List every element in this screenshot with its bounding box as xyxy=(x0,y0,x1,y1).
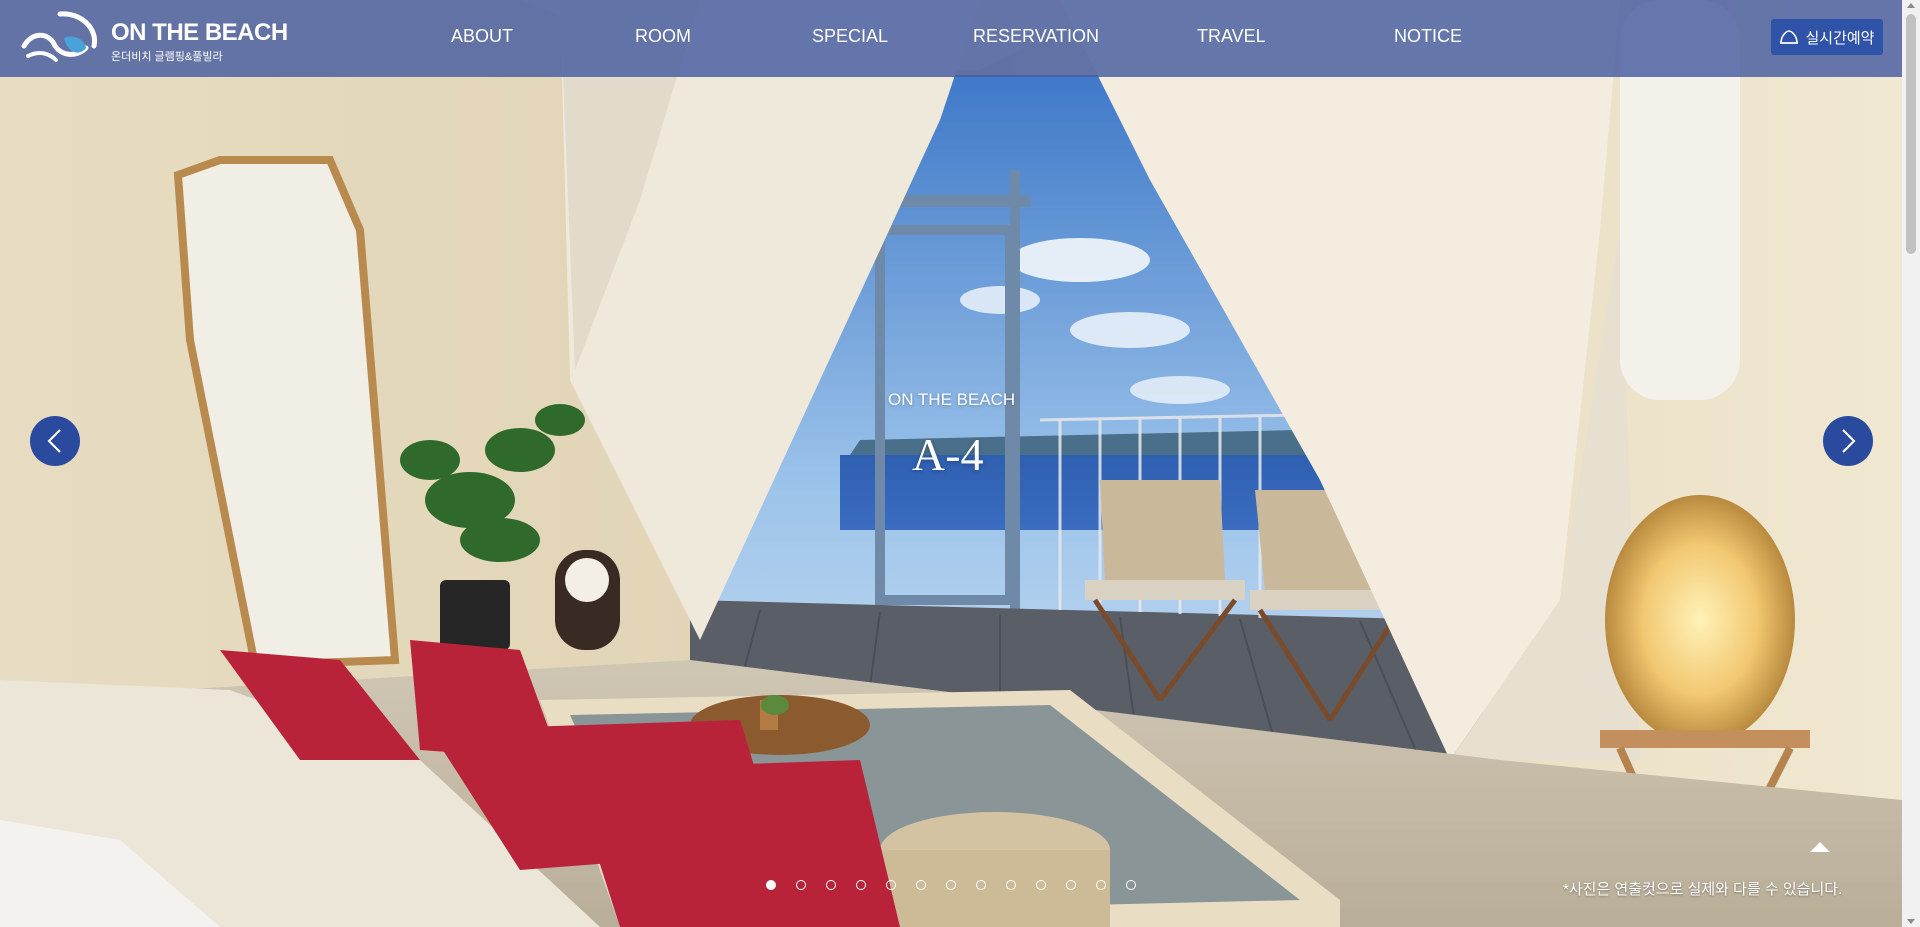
slide-dot[interactable] xyxy=(1066,880,1076,890)
scroll-up-arrow-icon[interactable] xyxy=(1907,3,1915,8)
slide-dot[interactable] xyxy=(796,880,806,890)
wave-logo-icon xyxy=(21,11,98,62)
slide-pagination xyxy=(766,880,1156,890)
brand-subtitle: 온더비치 글램핑&풀빌라 xyxy=(111,51,223,63)
slide-dot[interactable] xyxy=(916,880,926,890)
slide-dot[interactable] xyxy=(976,880,986,890)
scrollbar-thumb[interactable] xyxy=(1906,14,1916,254)
scroll-down-arrow-icon[interactable] xyxy=(1907,919,1915,924)
slide-dot[interactable] xyxy=(1036,880,1046,890)
slide-dot[interactable] xyxy=(946,880,956,890)
slide-dot[interactable] xyxy=(766,880,776,890)
next-slide-button[interactable] xyxy=(1823,416,1873,466)
chevron-right-icon xyxy=(1842,429,1856,453)
prev-slide-button[interactable] xyxy=(30,416,80,466)
slide-dot[interactable] xyxy=(1126,880,1136,890)
slide-dot[interactable] xyxy=(1096,880,1106,890)
photo-disclaimer: *사진은 연출컷으로 실제와 다를 수 있습니다. xyxy=(1563,881,1843,898)
slide-dot[interactable] xyxy=(826,880,836,890)
nav-travel[interactable]: TRAVEL xyxy=(1197,26,1266,47)
nav-notice[interactable]: NOTICE xyxy=(1394,26,1462,47)
reserve-button-label: 실시간예약 xyxy=(1805,29,1875,47)
slide-dot[interactable] xyxy=(886,880,896,890)
nav-special[interactable]: SPECIAL xyxy=(812,26,888,47)
slide-room-title: A-4 xyxy=(912,429,984,480)
site-logo[interactable]: ON THE BEACH 온더비치 글램핑&풀빌라 xyxy=(20,10,288,66)
scroll-top-icon[interactable] xyxy=(1808,840,1832,856)
chevron-left-icon xyxy=(47,429,61,453)
nav-room[interactable]: ROOM xyxy=(635,26,691,47)
brand-title: ON THE BEACH xyxy=(111,19,288,46)
site-header: ON THE BEACH 온더비치 글램핑&풀빌라 ABOUT ROOM SPE… xyxy=(0,0,1902,77)
page-scrollbar[interactable] xyxy=(1902,0,1920,927)
nav-reservation[interactable]: RESERVATION xyxy=(973,26,1099,47)
slide-brand-caption: ON THE BEACH xyxy=(888,390,1016,409)
tent-icon xyxy=(1780,30,1799,44)
slide-dot[interactable] xyxy=(856,880,866,890)
nav-about[interactable]: ABOUT xyxy=(451,26,513,47)
slide-dot[interactable] xyxy=(1006,880,1016,890)
realtime-reservation-button[interactable]: 실시간예약 xyxy=(1771,19,1883,55)
